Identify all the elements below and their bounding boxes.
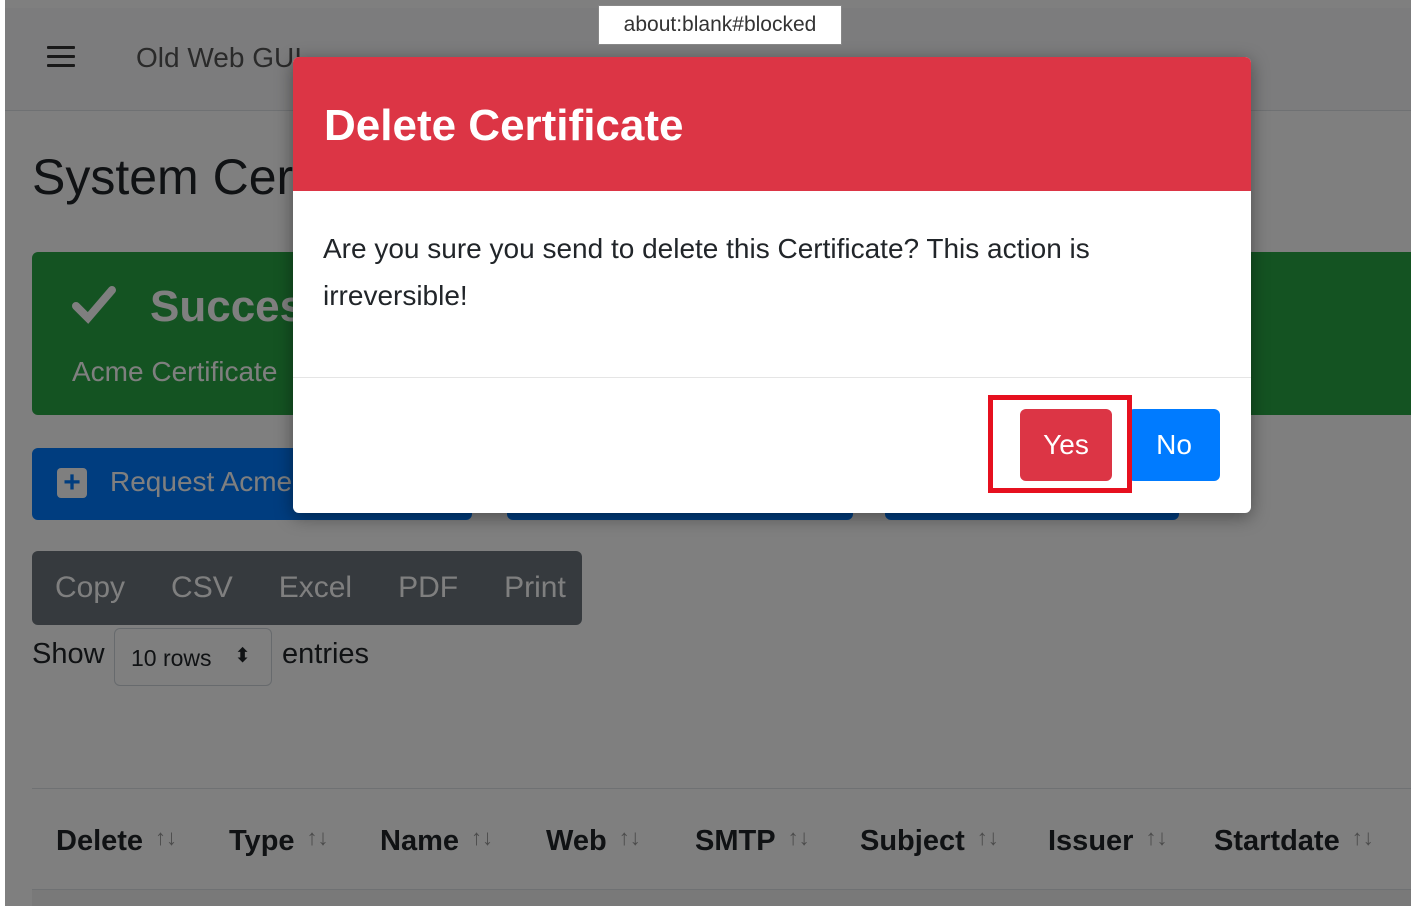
modal-body-text: Are you sure you send to delete this Cer… [323,233,1090,311]
no-button[interactable]: No [1128,409,1220,481]
modal-header: Delete Certificate [293,57,1251,191]
modal-title: Delete Certificate [324,101,684,150]
status-tooltip: about:blank#blocked [598,5,842,45]
window-left-edge [0,0,5,906]
highlight-box [988,395,1132,493]
